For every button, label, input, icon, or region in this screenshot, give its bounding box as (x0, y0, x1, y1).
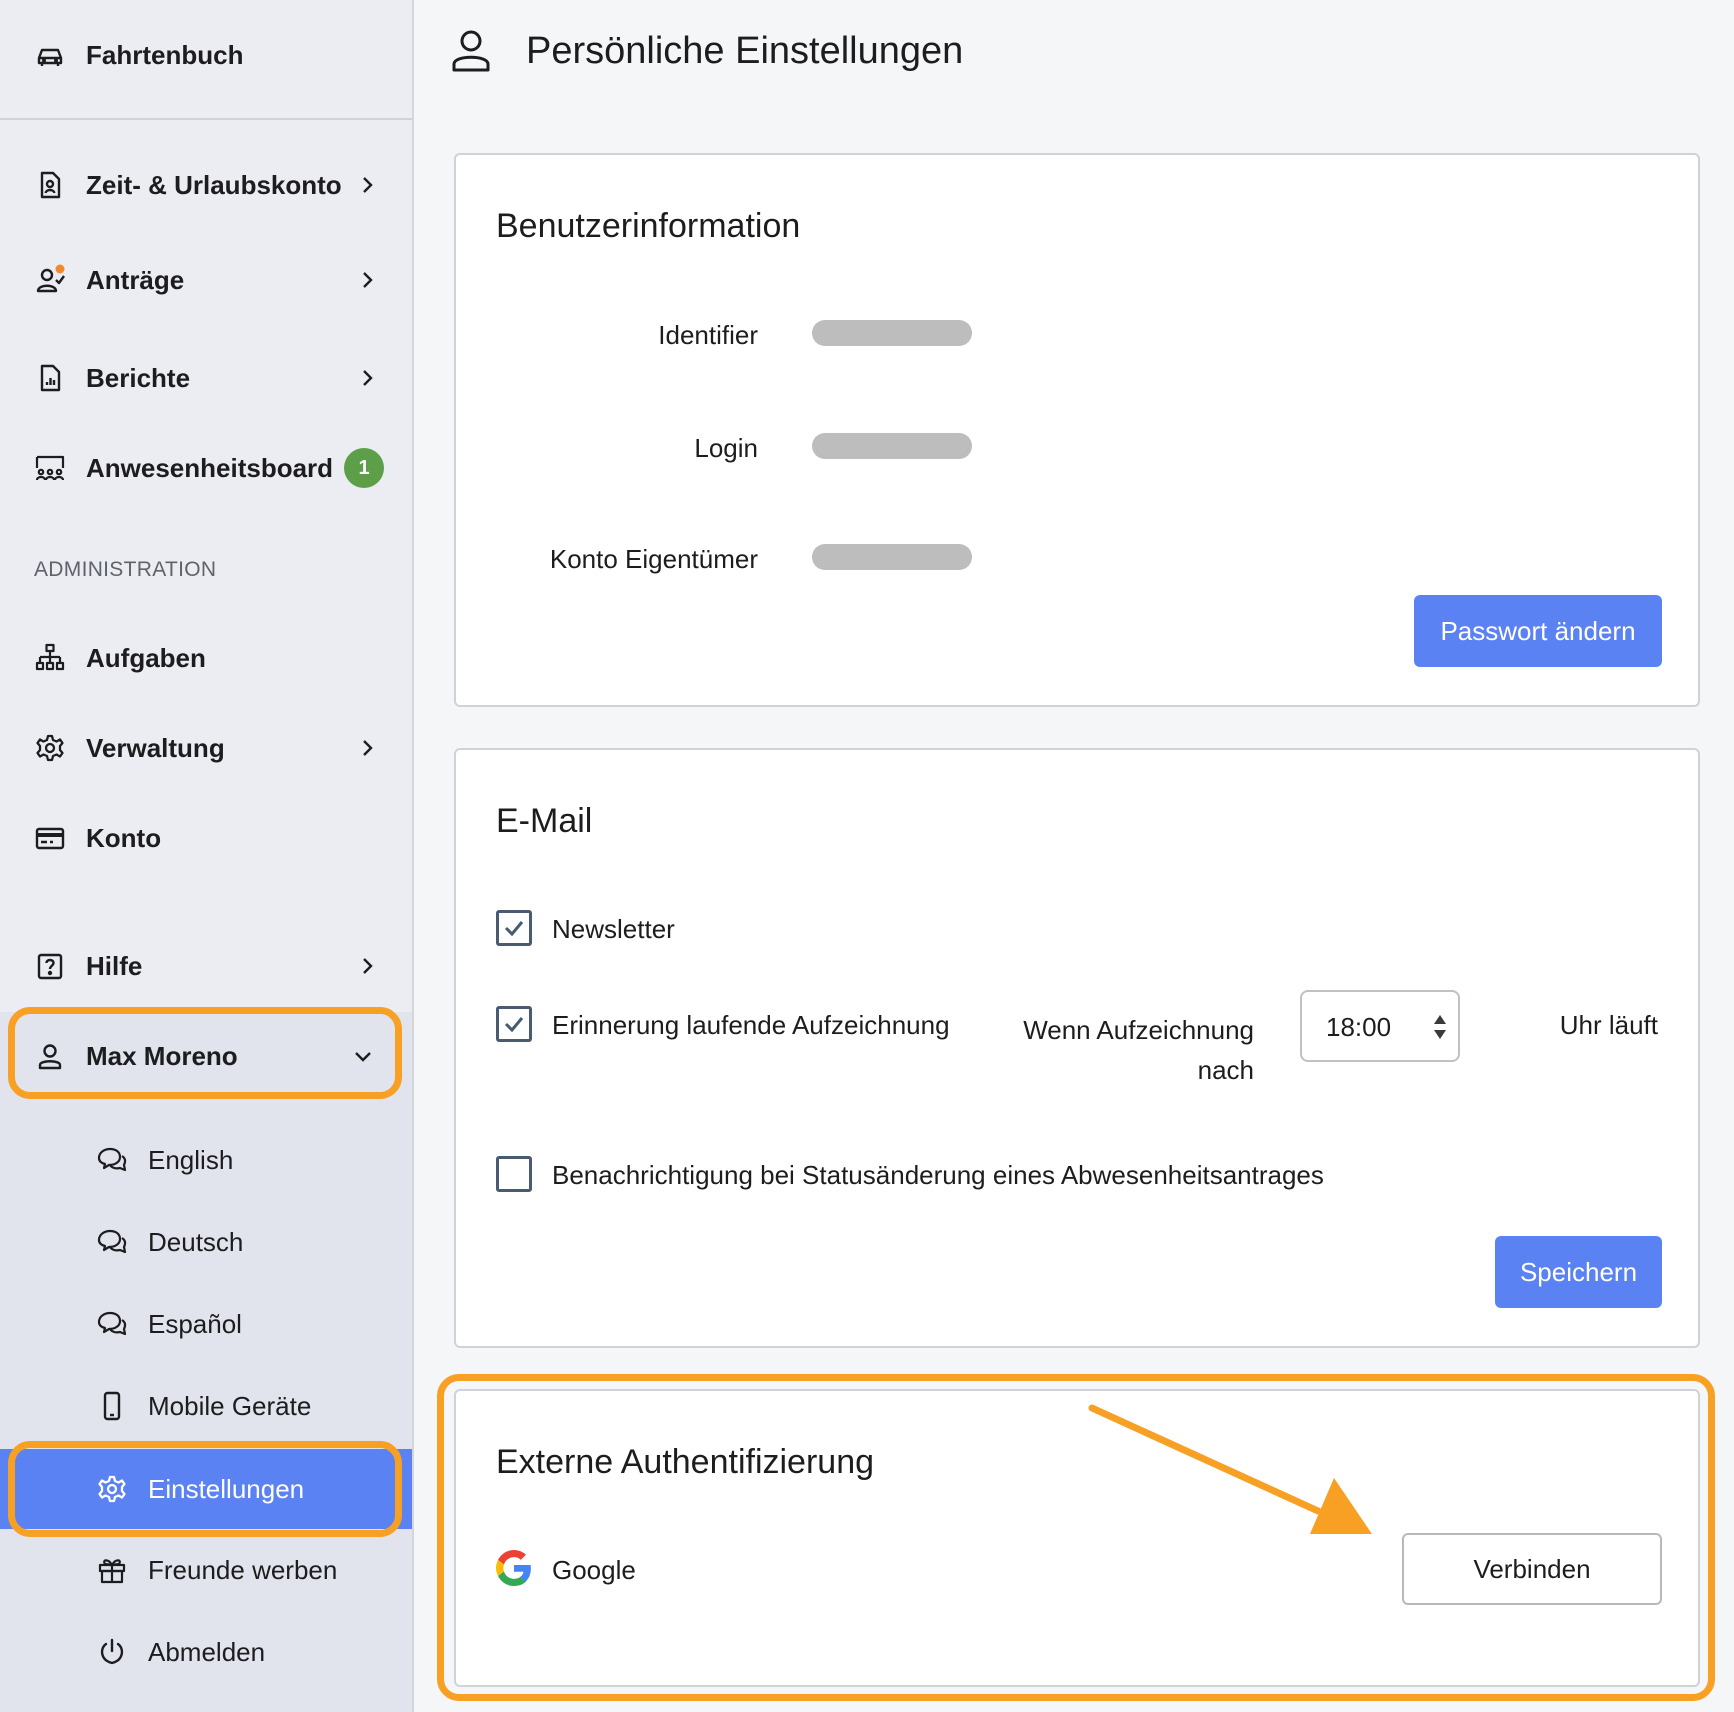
chevron-right-icon (363, 272, 373, 288)
reminder-condition-label: Wenn Aufzeichnung nach (1023, 1010, 1254, 1090)
newsletter-checkbox[interactable] (496, 910, 532, 946)
reminder-checkbox[interactable] (496, 1006, 532, 1042)
sidebar-item-berichte[interactable]: Berichte (0, 343, 412, 413)
sidebar-item-label: Anträge (86, 264, 185, 295)
save-button[interactable]: Speichern (1495, 1236, 1662, 1308)
change-password-button[interactable]: Passwort ändern (1414, 595, 1662, 667)
connect-google-button[interactable]: Verbinden (1402, 1533, 1662, 1605)
sidebar-item-label: Anwesenheitsboard (86, 452, 334, 483)
chat-icon (97, 1229, 127, 1254)
sidebar-item-label: Hilfe (86, 950, 143, 981)
spinner-arrows-icon (1434, 1015, 1446, 1039)
user-icon (452, 30, 490, 72)
hierarchy-icon (35, 643, 65, 671)
user-menu-panel (0, 1012, 412, 1712)
menu-item-english[interactable]: English (0, 1125, 412, 1195)
sidebar-item-label: Konto (86, 822, 162, 853)
status-change-checkbox[interactable] (496, 1156, 532, 1192)
section-label-administration: ADMINISTRATION (34, 558, 217, 581)
mobile-icon (103, 1391, 121, 1421)
sidebar-item-label: Aufgaben (86, 642, 206, 673)
sidebar-item-label: Fahrtenbuch (86, 39, 244, 70)
menu-item-freunde-werben[interactable]: Freunde werben (0, 1535, 412, 1605)
gear-icon (98, 1475, 126, 1503)
external-auth-card: Externe Authentifizierung Google Verbind… (454, 1389, 1700, 1687)
user-name: Max Moreno (86, 1040, 238, 1071)
check-icon (504, 1017, 524, 1033)
power-icon (100, 1638, 124, 1665)
credit-card-icon (35, 827, 65, 850)
user-menu-toggle[interactable]: Max Moreno (0, 1021, 412, 1091)
chevron-right-icon (363, 370, 373, 386)
time-value: 18:00 (1326, 1012, 1392, 1042)
google-logo-icon (496, 1550, 531, 1586)
when-label-line2: nach (1197, 1055, 1254, 1085)
menu-item-mobile-geraete[interactable]: Mobile Geräte (0, 1371, 412, 1441)
redacted-login-value (812, 433, 972, 459)
sidebar-item-label: Verwaltung (86, 732, 225, 763)
people-board-icon (35, 455, 65, 481)
menu-item-label: Español (148, 1308, 242, 1339)
redacted-identifier-value (812, 320, 972, 346)
menu-item-label: English (148, 1144, 234, 1175)
menu-item-deutsch[interactable]: Deutsch (0, 1207, 412, 1277)
user-check-icon (36, 264, 65, 293)
sidebar-item-label: Berichte (86, 362, 191, 393)
help-icon (37, 953, 63, 980)
menu-item-label: Einstellungen (148, 1473, 305, 1504)
menu-item-label: Deutsch (148, 1226, 244, 1257)
time-suffix-label: Uhr läuft (1559, 1010, 1658, 1040)
sidebar-item-label: Zeit- & Urlaubskonto (86, 169, 342, 200)
chat-icon (97, 1147, 127, 1172)
menu-item-label: Mobile Geräte (148, 1390, 312, 1421)
sidebar-item-aufgaben[interactable]: Aufgaben (0, 623, 412, 693)
sidebar-item-zeitkonto[interactable]: Zeit- & Urlaubskonto (0, 150, 412, 220)
field-label-owner: Konto Eigentümer (549, 544, 758, 574)
newsletter-label: Newsletter (552, 914, 675, 944)
gear-icon (36, 734, 64, 762)
user-icon (38, 1044, 62, 1070)
chevron-right-icon (363, 177, 373, 193)
chevron-right-icon (363, 740, 373, 756)
menu-item-einstellungen[interactable]: Einstellungen (0, 1449, 412, 1529)
chevron-down-icon (355, 1052, 371, 1062)
check-icon (504, 921, 524, 937)
report-icon (40, 364, 61, 392)
chevron-right-icon (363, 958, 373, 974)
provider-label: Google (552, 1555, 636, 1585)
document-user-icon (40, 171, 61, 199)
card-title: E-Mail (496, 802, 593, 840)
sidebar-top: Fahrtenbuch (0, 0, 412, 120)
field-label-identifier: Identifier (658, 320, 758, 350)
field-label-login: Login (694, 433, 758, 463)
chat-icon (97, 1311, 127, 1336)
car-icon (37, 48, 63, 66)
redacted-owner-value (812, 544, 972, 570)
sidebar-item-anwesenheitsboard[interactable]: Anwesenheitsboard 1 (0, 433, 412, 503)
sidebar-item-verwaltung[interactable]: Verwaltung (0, 713, 412, 783)
card-title: Externe Authentifizierung (496, 1443, 875, 1481)
sidebar-item-hilfe[interactable]: Hilfe (0, 931, 412, 1001)
menu-item-label: Abmelden (148, 1636, 266, 1667)
page-title: Persönliche Einstellungen (526, 30, 964, 72)
sidebar-item-fahrtenbuch[interactable]: Fahrtenbuch (0, 20, 412, 90)
sidebar: Fahrtenbuch Zeit- & Urlaubskonto Anträge… (0, 0, 414, 1712)
menu-item-espanol[interactable]: Español (0, 1289, 412, 1359)
user-info-card: Benutzerinformation Identifier Login Kon… (454, 153, 1700, 707)
status-change-label: Benachrichtigung bei Statusänderung eine… (552, 1160, 1324, 1190)
when-label-line1: Wenn Aufzeichnung (1023, 1015, 1254, 1045)
sidebar-item-konto[interactable]: Konto (0, 803, 412, 873)
menu-item-label: Freunde werben (148, 1554, 338, 1585)
time-input[interactable]: 18:00 (1300, 990, 1460, 1062)
email-card: E-Mail Newsletter Erinnerung laufende Au… (454, 748, 1700, 1348)
sidebar-item-antraege[interactable]: Anträge (0, 245, 412, 315)
notification-badge: 1 (344, 448, 384, 488)
gift-icon (98, 1559, 126, 1584)
reminder-label: Erinnerung laufende Aufzeichnung (552, 1010, 950, 1040)
menu-item-abmelden[interactable]: Abmelden (0, 1617, 412, 1687)
card-title: Benutzerinformation (496, 207, 801, 245)
